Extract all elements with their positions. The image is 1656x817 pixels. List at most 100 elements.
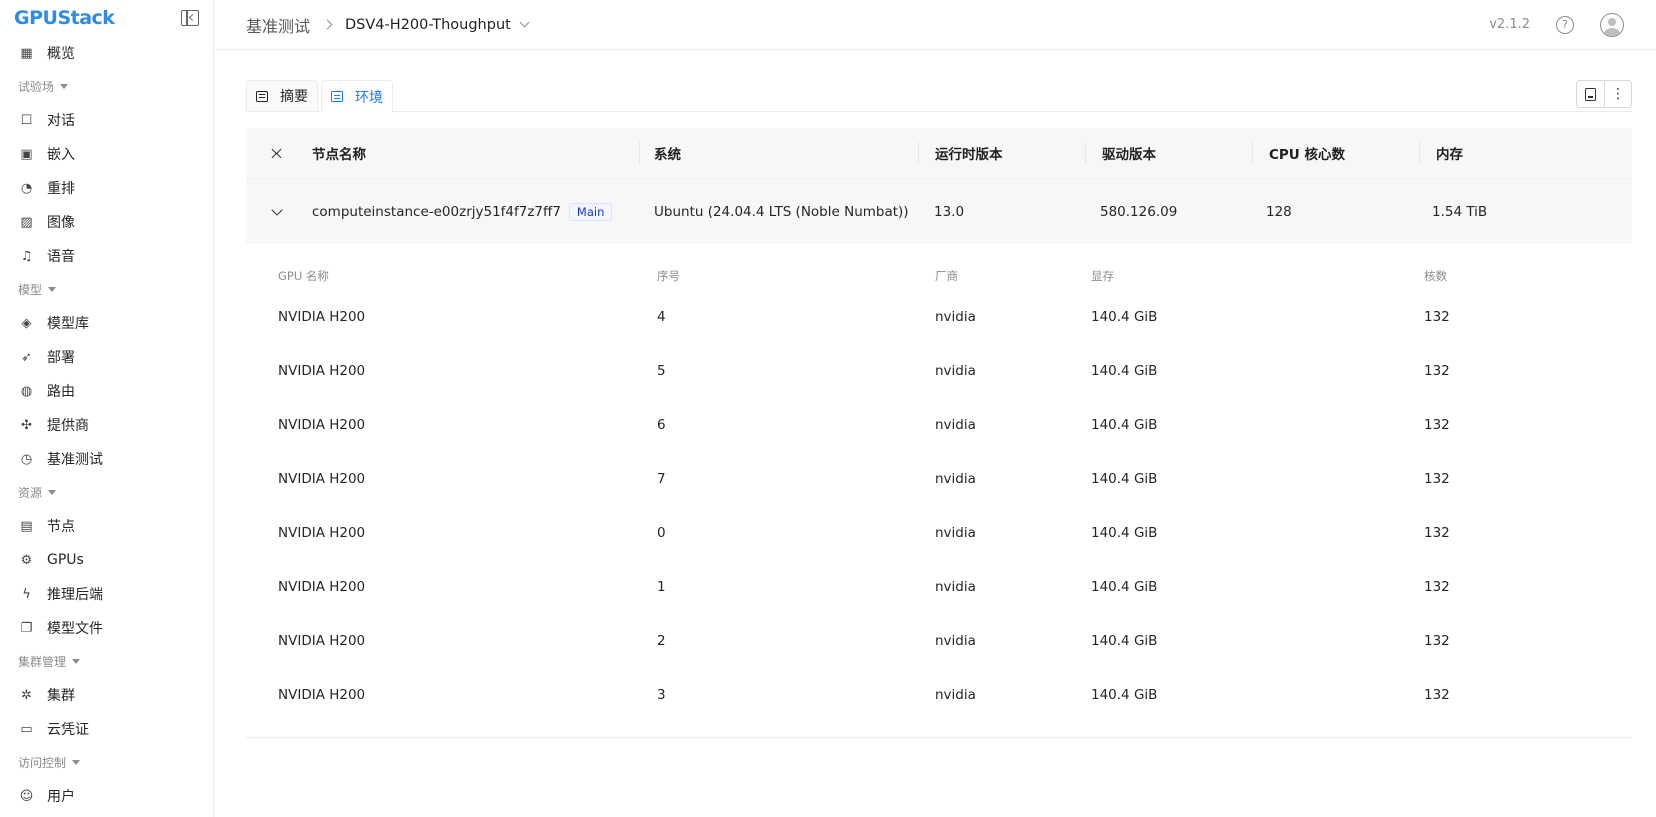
- sidebar-item[interactable]: ▣ 嵌入: [0, 137, 213, 171]
- user-avatar-icon[interactable]: [1600, 12, 1624, 37]
- sidebar-collapse-icon[interactable]: [181, 10, 199, 26]
- breadcrumb-benchmarks[interactable]: 基准测试: [246, 13, 310, 37]
- gpu-vendor: nvidia: [935, 471, 976, 487]
- breadcrumb-current[interactable]: DSV4-H200-Thoughput: [345, 17, 511, 33]
- gpu-row: NVIDIA H200 6 nvidia 140.4 GiB 132: [246, 398, 1632, 452]
- gpu-vram: 140.4 GiB: [1091, 579, 1158, 595]
- sidebar-item[interactable]: ▨ 图像: [0, 205, 213, 239]
- sidebar-group-label: 模型: [18, 283, 43, 297]
- col-gpu-cores: 核数: [1424, 269, 1447, 283]
- gpu-name: NVIDIA H200: [278, 633, 366, 649]
- col-gpu-vram: 显存: [1091, 269, 1114, 283]
- gpu-cores: 132: [1424, 471, 1450, 487]
- col-gpu-name: GPU 名称: [278, 269, 329, 283]
- node-cpu: 128: [1266, 203, 1292, 220]
- node-name: computeinstance-e00zrjy51f4f7z7ff7: [312, 203, 561, 220]
- table-row[interactable]: computeinstance-e00zrjy51f4f7z7ff7 Main …: [246, 178, 1632, 244]
- gpu-vram: 140.4 GiB: [1091, 417, 1158, 433]
- chat-icon: ☐: [20, 112, 33, 128]
- sidebar-item-label: 节点: [47, 519, 75, 535]
- gpu-name: NVIDIA H200: [278, 363, 366, 379]
- gpu-row: NVIDIA H200 4 nvidia 140.4 GiB 132: [246, 290, 1632, 344]
- sidebar-item-label: 模型库: [47, 316, 89, 332]
- sidebar-item[interactable]: ◔ 重排: [0, 171, 213, 205]
- tab-environment[interactable]: 环境: [321, 80, 393, 112]
- table-bottom-divider: [246, 722, 1632, 738]
- caret-down-icon: [60, 84, 69, 89]
- sidebar-item[interactable]: ◷ 基准测试: [0, 442, 213, 476]
- gpu-cores: 132: [1424, 363, 1450, 379]
- sidebar-item-label: 云凭证: [47, 722, 89, 738]
- sidebar-item-label: 语音: [47, 249, 75, 265]
- sidebar-group[interactable]: 访问控制: [0, 746, 213, 779]
- caret-down-icon: [48, 490, 57, 495]
- sidebar-group[interactable]: 集群管理: [0, 645, 213, 678]
- globe-icon: ◍: [20, 383, 33, 399]
- gpu-vendor: nvidia: [935, 417, 976, 433]
- sidebar-item[interactable]: ◍ 路由: [0, 374, 213, 408]
- gpu-vendor: nvidia: [935, 579, 976, 595]
- sidebar-item[interactable]: ▭ 云凭证: [0, 712, 213, 746]
- sidebar-item[interactable]: ✲ 集群: [0, 678, 213, 712]
- col-gpu-index: 序号: [657, 269, 680, 283]
- gpu-index: 2: [657, 633, 666, 649]
- sidebar-item[interactable]: ▦ 概览: [0, 36, 213, 70]
- sidebar-item[interactable]: ◈ 模型库: [0, 306, 213, 340]
- chevron-down-icon[interactable]: [519, 17, 530, 28]
- col-gpu-vendor: 厂商: [935, 269, 958, 283]
- tab-tools: ⋮: [1576, 80, 1632, 108]
- main-area: 基准测试 DSV4-H200-Thoughput v2.1.2 ? 摘要 环境: [214, 0, 1656, 817]
- gpu-index: 1: [657, 579, 666, 595]
- sidebar-item-label: 基准测试: [47, 452, 103, 468]
- files-icon: ❐: [20, 620, 33, 636]
- breadcrumb-separator-icon: [322, 19, 333, 30]
- gauge-icon: ◷: [20, 451, 33, 467]
- summary-icon: [256, 90, 268, 102]
- sidebar-item[interactable]: ▤ 节点: [0, 509, 213, 543]
- export-button[interactable]: [1577, 81, 1604, 107]
- sidebar-item-label: 模型文件: [47, 621, 103, 637]
- gpu-cores: 132: [1424, 417, 1450, 433]
- chevron-down-icon[interactable]: [271, 203, 283, 216]
- sidebar-item[interactable]: ♫ 语音: [0, 239, 213, 273]
- gpu-index: 4: [657, 309, 666, 325]
- sidebar-item[interactable]: ➶ 部署: [0, 340, 213, 374]
- gpu-vram: 140.4 GiB: [1091, 687, 1158, 703]
- more-button[interactable]: ⋮: [1604, 81, 1631, 107]
- sidebar-item[interactable]: ⚙ GPUs: [0, 543, 213, 577]
- col-node-name: 节点名称: [312, 147, 366, 163]
- sidebar-item[interactable]: ☺ 用户: [0, 779, 213, 813]
- users-icon: ☺: [19, 788, 34, 804]
- sidebar-item[interactable]: ☐ 对话: [0, 103, 213, 137]
- gpu-rows: NVIDIA H200 4 nvidia 140.4 GiB 132 NVIDIA H20…: [246, 290, 1632, 722]
- sidebar-item-label: 部署: [47, 350, 75, 366]
- gpu-vram: 140.4 GiB: [1091, 633, 1158, 649]
- sidebar-item[interactable]: ❐ 模型文件: [0, 611, 213, 645]
- sidebar-group[interactable]: 资源: [0, 476, 213, 509]
- gpustack-logo[interactable]: GPUStack: [14, 7, 115, 29]
- help-icon[interactable]: ?: [1556, 15, 1574, 34]
- node-driver: 580.126.09: [1100, 203, 1178, 220]
- sidebar-item[interactable]: ✣ 提供商: [0, 408, 213, 442]
- sidebar-group[interactable]: 试验场: [0, 70, 213, 103]
- table-header: 节点名称 系统 运行时版本 驱动版本 CPU 核心数 内存: [246, 128, 1632, 178]
- environment-table: 节点名称 系统 运行时版本 驱动版本 CPU 核心数 内存 computeins…: [246, 128, 1632, 738]
- sidebar-item[interactable]: ϟ 推理后端: [0, 577, 213, 611]
- sidebar-item-label: 用户: [47, 789, 75, 805]
- gpu-name: NVIDIA H200: [278, 525, 366, 541]
- gpu-index: 6: [657, 417, 666, 433]
- rocket-icon: ➶: [21, 349, 32, 365]
- sidebar-group-label: 资源: [18, 486, 43, 500]
- collapse-all-icon[interactable]: [270, 146, 284, 160]
- tab-summary[interactable]: 摘要: [246, 80, 318, 111]
- gpu-index: 0: [657, 525, 666, 541]
- sidebar-item-label: 对话: [47, 113, 75, 129]
- caret-down-icon: [48, 287, 57, 292]
- sidebar-item-label: 路由: [47, 384, 75, 400]
- gpu-row: NVIDIA H200 1 nvidia 140.4 GiB 132: [246, 560, 1632, 614]
- sidebar-item-label: 图像: [47, 215, 75, 231]
- sidebar-group[interactable]: 模型: [0, 273, 213, 306]
- sidebar-item-label: 重排: [47, 181, 75, 197]
- dashboard-icon: ▦: [20, 45, 33, 61]
- sidebar-item-label: 集群: [47, 688, 75, 704]
